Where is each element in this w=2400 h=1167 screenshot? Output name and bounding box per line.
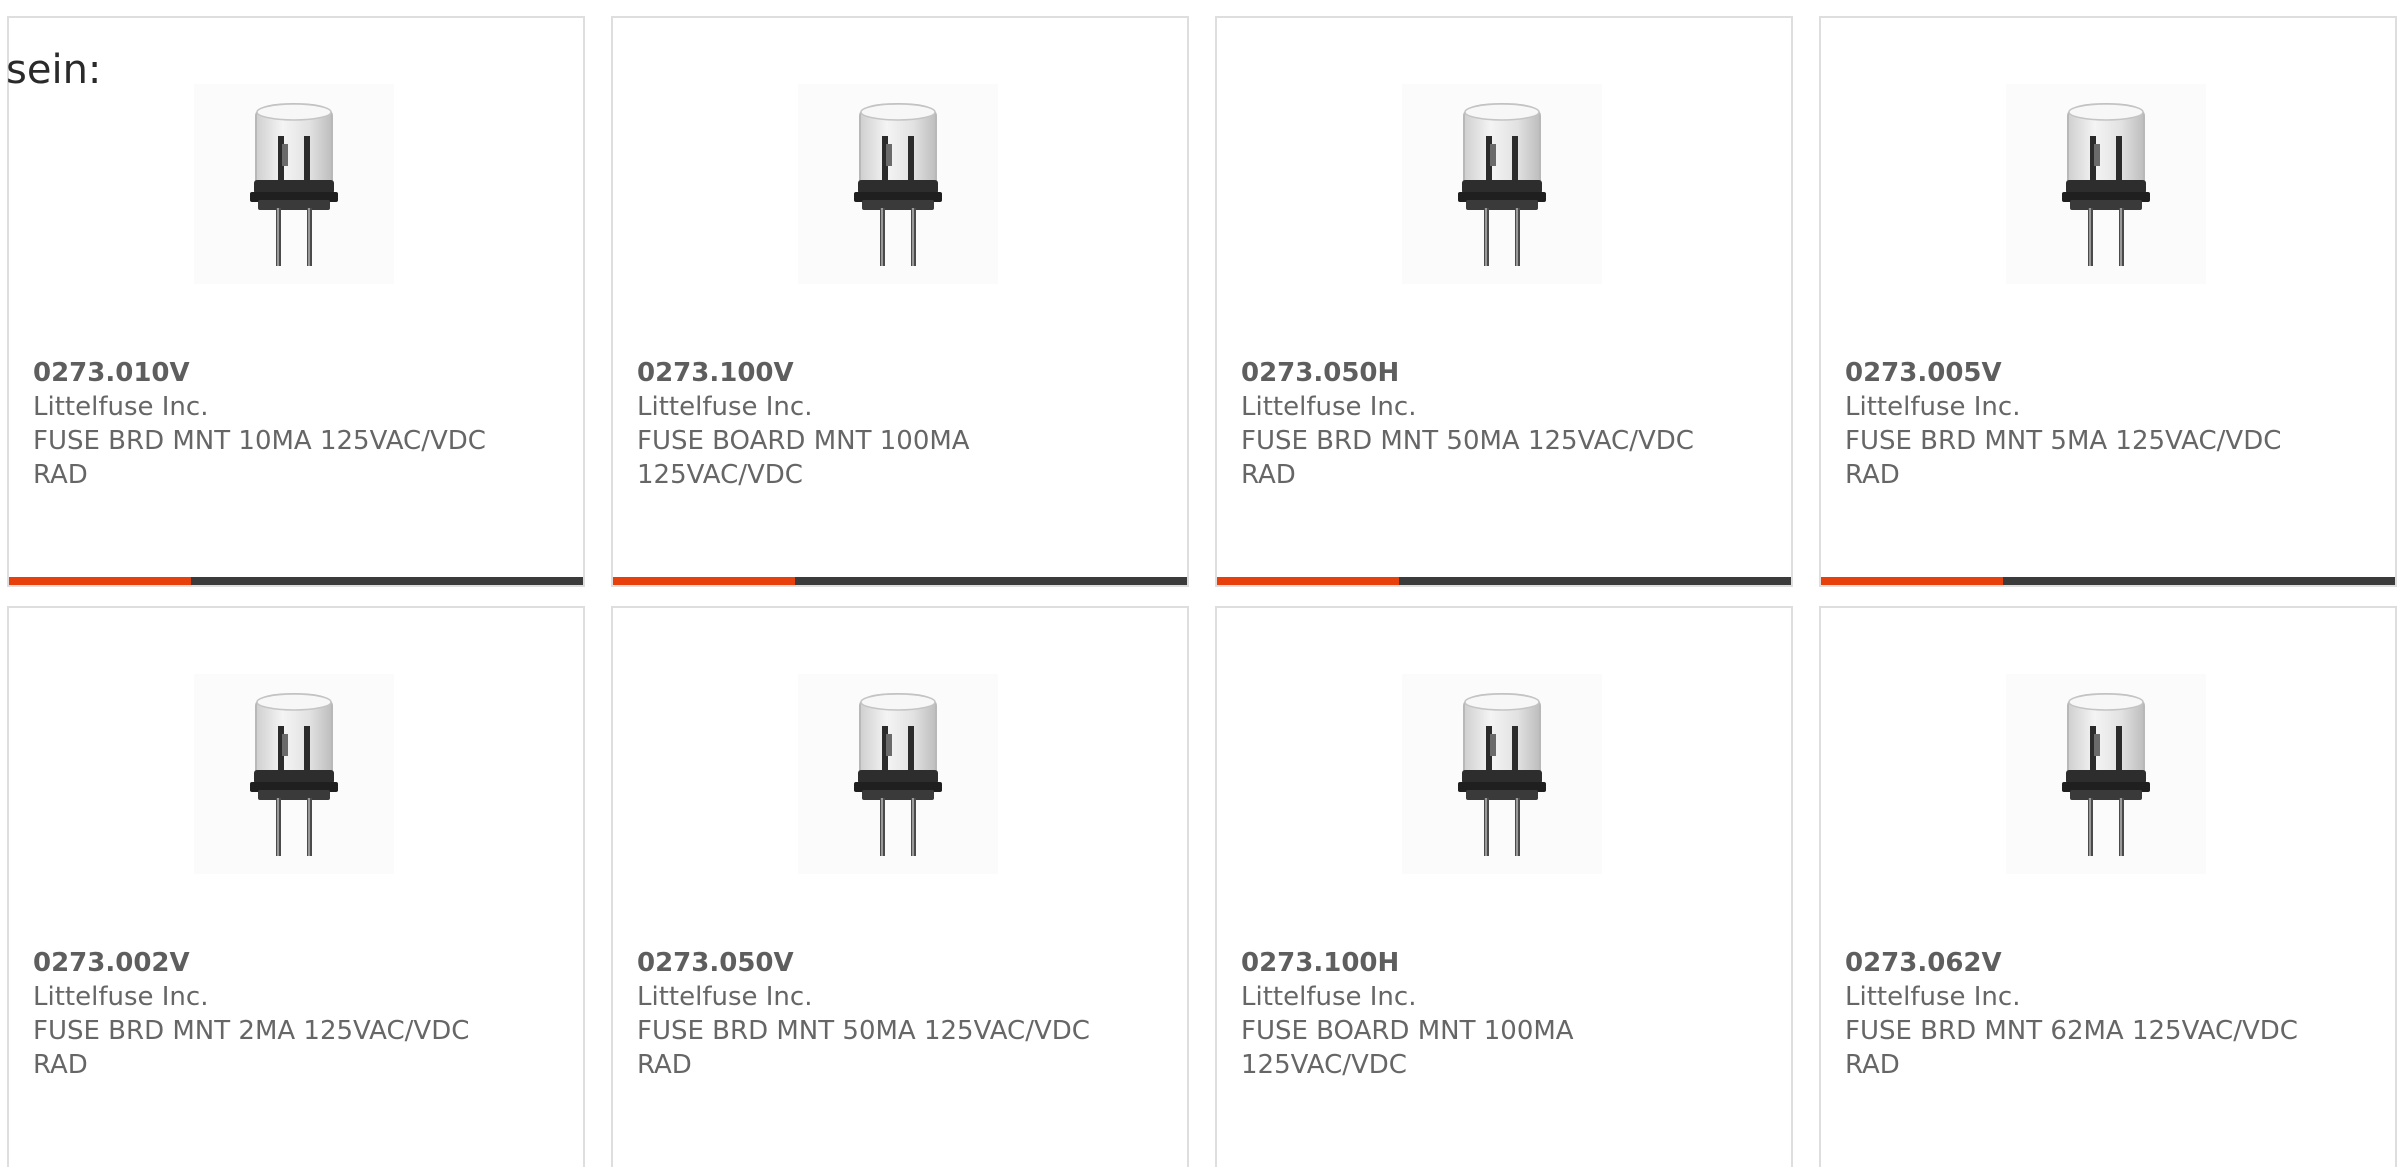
lead-text: sein: <box>6 47 102 93</box>
card-footer-bar <box>9 577 583 585</box>
product-info: 0273.100V Littelfuse Inc. FUSE BOARD MNT… <box>637 356 1107 492</box>
fuse-icon <box>854 102 942 266</box>
part-number-link[interactable]: 0273.005V <box>1845 356 2315 390</box>
product-info: 0273.050V Littelfuse Inc. FUSE BRD MNT 5… <box>637 946 1107 1082</box>
product-description: FUSE BRD MNT 50MA 125VAC/VDC RAD <box>1241 426 1694 490</box>
product-description: FUSE BRD MNT 5MA 125VAC/VDC RAD <box>1845 426 2282 490</box>
product-card[interactable]: 0273.100H Littelfuse Inc. FUSE BOARD MNT… <box>1215 606 1793 1167</box>
product-description: FUSE BOARD MNT 100MA 125VAC/VDC <box>1241 1016 1574 1080</box>
product-card[interactable]: 0273.005V Littelfuse Inc. FUSE BRD MNT 5… <box>1819 16 2397 587</box>
product-description: FUSE BOARD MNT 100MA 125VAC/VDC <box>637 426 970 490</box>
product-description: FUSE BRD MNT 50MA 125VAC/VDC RAD <box>637 1016 1090 1080</box>
product-description: FUSE BRD MNT 62MA 125VAC/VDC RAD <box>1845 1016 2298 1080</box>
product-info: 0273.100H Littelfuse Inc. FUSE BOARD MNT… <box>1241 946 1711 1082</box>
card-footer-bar <box>1821 577 2395 585</box>
fuse-icon <box>250 102 338 266</box>
product-image[interactable] <box>1402 84 1602 284</box>
product-card[interactable]: 0273.050H Littelfuse Inc. FUSE BRD MNT 5… <box>1215 16 1793 587</box>
product-image[interactable] <box>798 84 998 284</box>
fuse-icon <box>2062 692 2150 856</box>
product-image[interactable] <box>194 674 394 874</box>
product-description: FUSE BRD MNT 10MA 125VAC/VDC RAD <box>33 426 486 490</box>
card-footer-accent <box>1821 577 2003 585</box>
manufacturer-name: Littelfuse Inc. <box>637 392 813 422</box>
product-info: 0273.010V Littelfuse Inc. FUSE BRD MNT 1… <box>33 356 503 492</box>
product-card[interactable]: 0273.062V Littelfuse Inc. FUSE BRD MNT 6… <box>1819 606 2397 1167</box>
card-footer-accent <box>9 577 191 585</box>
part-number-link[interactable]: 0273.100H <box>1241 946 1711 980</box>
product-card[interactable]: 0273.050V Littelfuse Inc. FUSE BRD MNT 5… <box>611 606 1189 1167</box>
product-info: 0273.050H Littelfuse Inc. FUSE BRD MNT 5… <box>1241 356 1711 492</box>
product-image[interactable] <box>2006 674 2206 874</box>
product-info: 0273.002V Littelfuse Inc. FUSE BRD MNT 2… <box>33 946 503 1082</box>
product-card[interactable]: 0273.100V Littelfuse Inc. FUSE BOARD MNT… <box>611 16 1189 587</box>
fuse-icon <box>1458 102 1546 266</box>
product-image[interactable] <box>1402 674 1602 874</box>
manufacturer-name: Littelfuse Inc. <box>1845 982 2021 1012</box>
part-number-link[interactable]: 0273.050V <box>637 946 1107 980</box>
fuse-icon <box>1458 692 1546 856</box>
product-info: 0273.062V Littelfuse Inc. FUSE BRD MNT 6… <box>1845 946 2315 1082</box>
manufacturer-name: Littelfuse Inc. <box>1241 982 1417 1012</box>
manufacturer-name: Littelfuse Inc. <box>33 982 209 1012</box>
fuse-icon <box>854 692 942 856</box>
product-info: 0273.005V Littelfuse Inc. FUSE BRD MNT 5… <box>1845 356 2315 492</box>
fuse-icon <box>250 692 338 856</box>
manufacturer-name: Littelfuse Inc. <box>1845 392 2021 422</box>
product-image[interactable] <box>2006 84 2206 284</box>
card-footer-accent <box>613 577 795 585</box>
card-footer-bar <box>613 577 1187 585</box>
part-number-link[interactable]: 0273.100V <box>637 356 1107 390</box>
part-number-link[interactable]: 0273.010V <box>33 356 503 390</box>
manufacturer-name: Littelfuse Inc. <box>33 392 209 422</box>
product-image[interactable] <box>798 674 998 874</box>
part-number-link[interactable]: 0273.002V <box>33 946 503 980</box>
product-card[interactable]: 0273.002V Littelfuse Inc. FUSE BRD MNT 2… <box>7 606 585 1167</box>
product-grid: 0273.010V Littelfuse Inc. FUSE BRD MNT 1… <box>0 16 2400 1167</box>
product-card[interactable]: 0273.010V Littelfuse Inc. FUSE BRD MNT 1… <box>7 16 585 587</box>
manufacturer-name: Littelfuse Inc. <box>1241 392 1417 422</box>
part-number-link[interactable]: 0273.062V <box>1845 946 2315 980</box>
manufacturer-name: Littelfuse Inc. <box>637 982 813 1012</box>
part-number-link[interactable]: 0273.050H <box>1241 356 1711 390</box>
card-footer-accent <box>1217 577 1399 585</box>
fuse-icon <box>2062 102 2150 266</box>
product-description: FUSE BRD MNT 2MA 125VAC/VDC RAD <box>33 1016 470 1080</box>
product-image[interactable] <box>194 84 394 284</box>
card-footer-bar <box>1217 577 1791 585</box>
